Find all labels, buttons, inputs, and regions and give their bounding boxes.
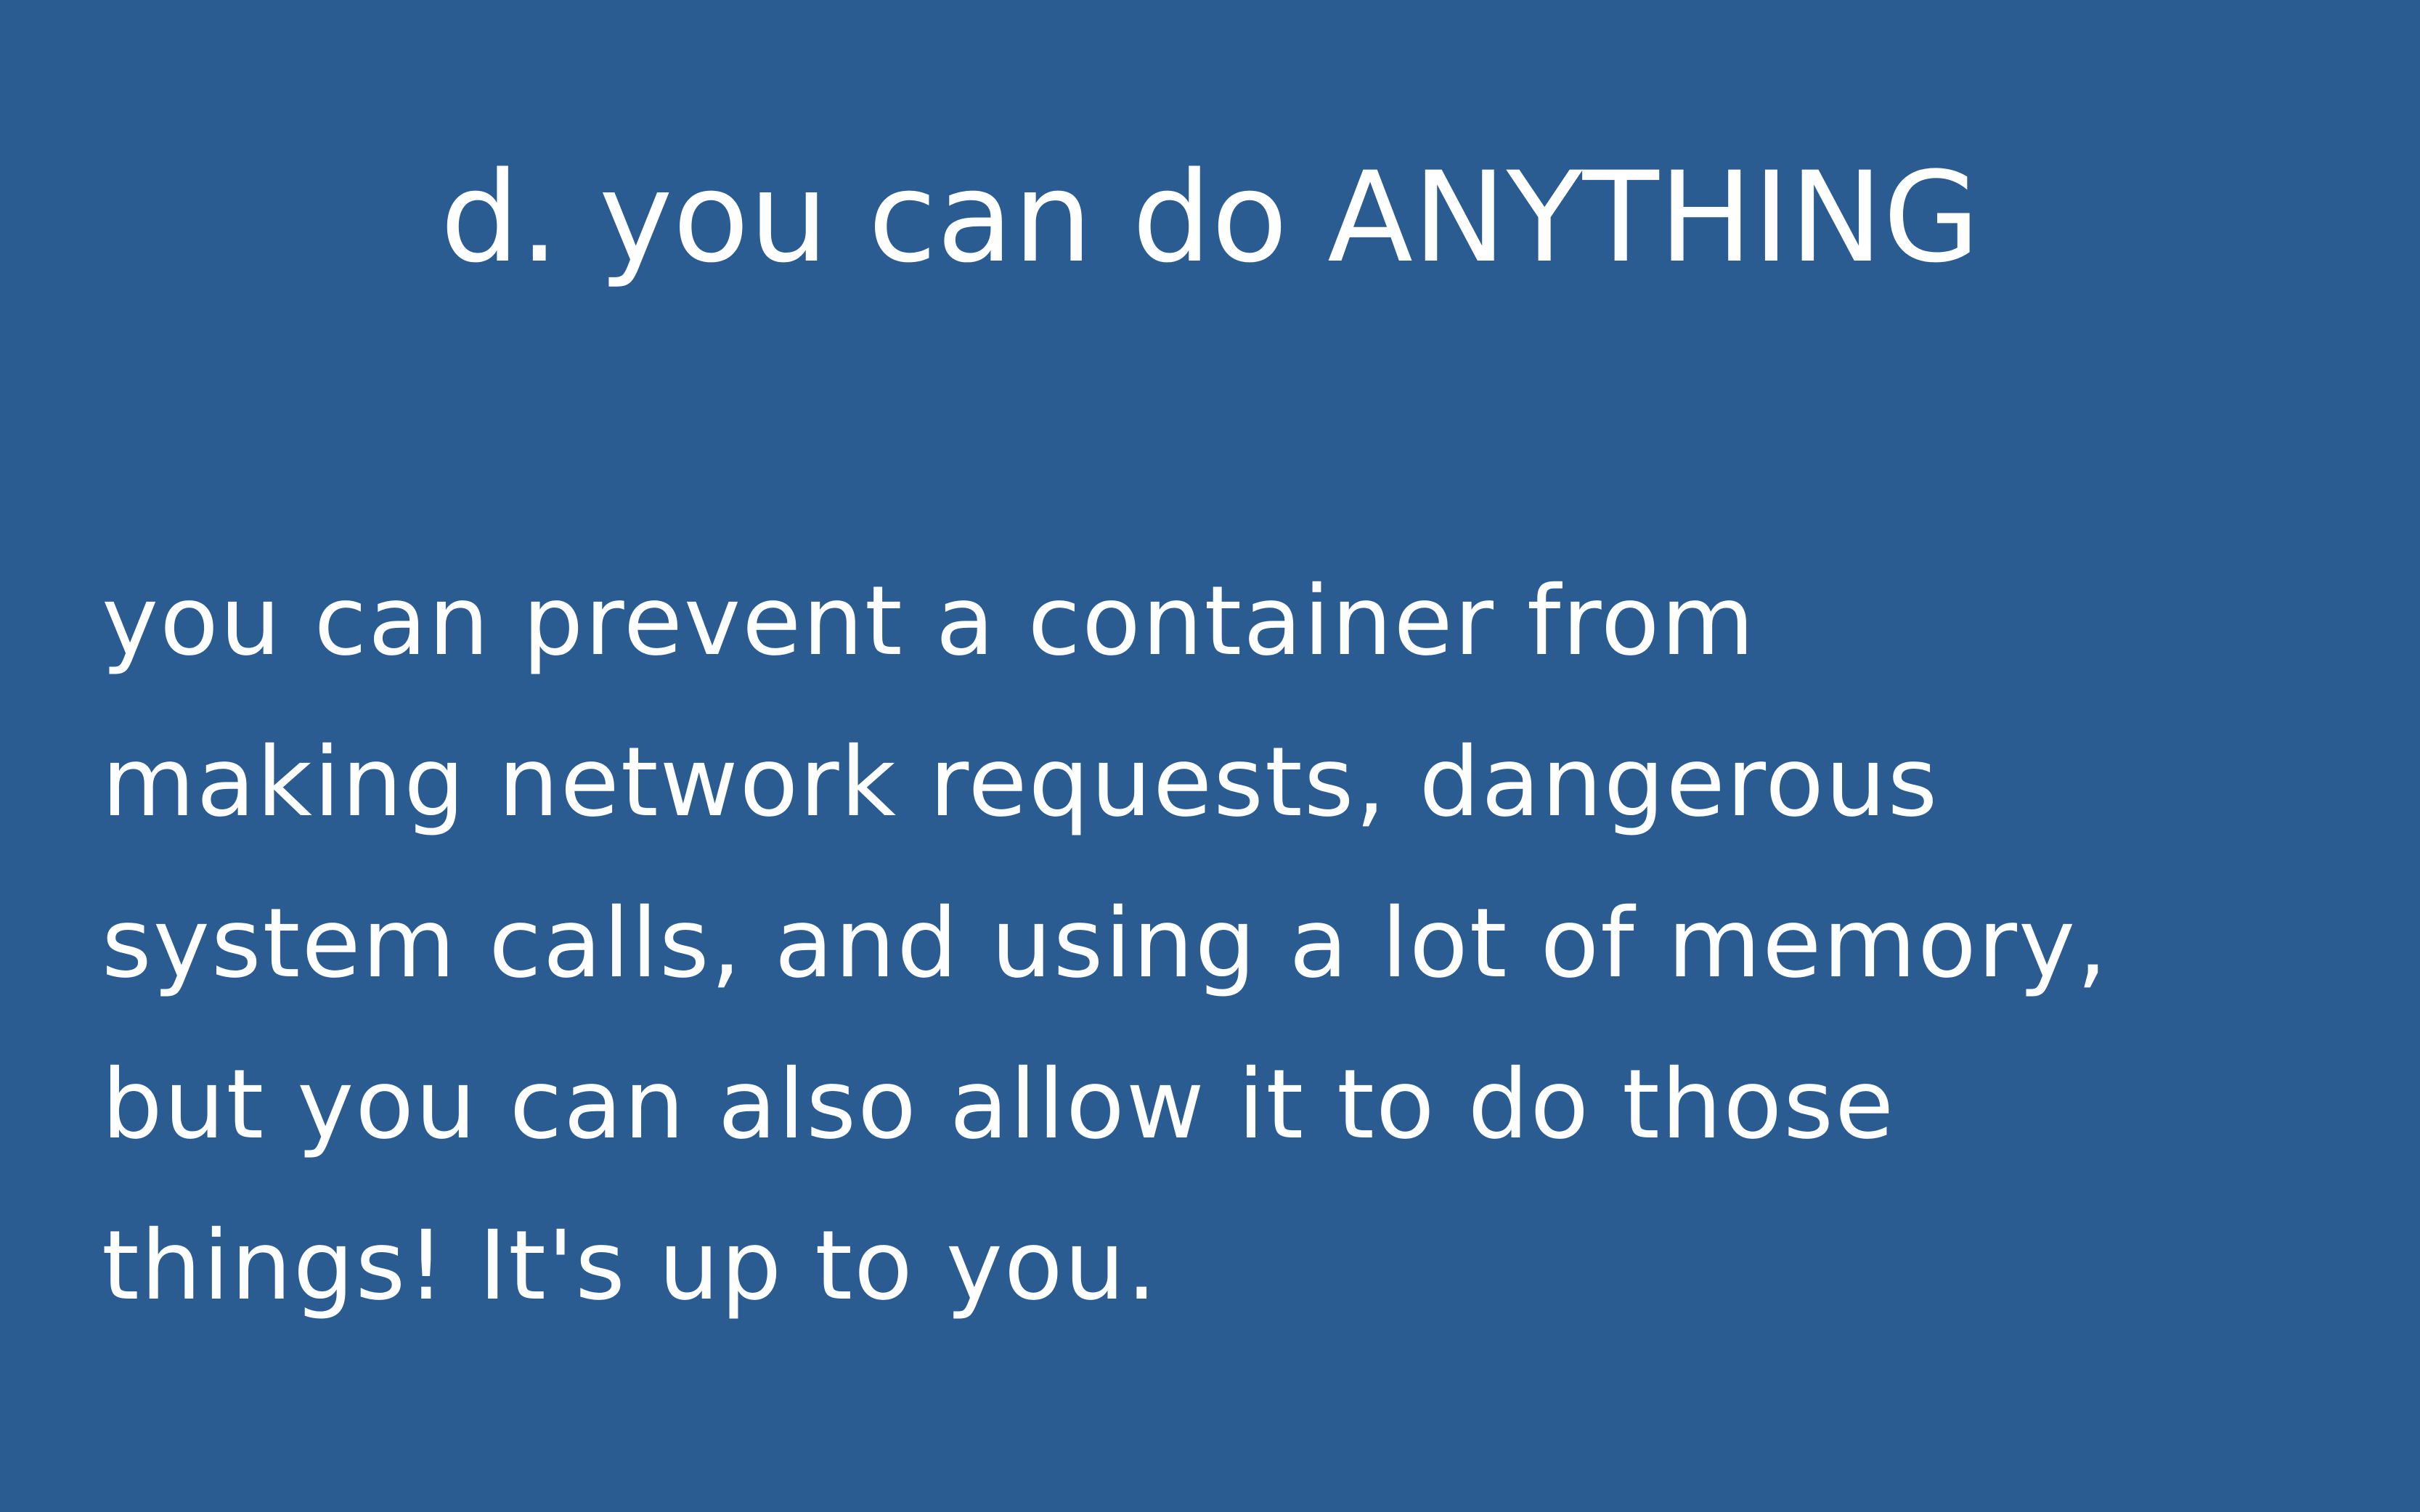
- body-line: things! It's up to you.: [102, 1210, 1159, 1322]
- body-line: system calls, and using a lot of memory,: [102, 888, 2109, 1000]
- slide-title: d. you can do ANYTHING: [440, 144, 1980, 290]
- body-line: making network requests, dangerous: [102, 727, 1939, 838]
- body-line: you can prevent a container from: [102, 565, 1756, 677]
- slide-body: you can prevent a container from making …: [102, 541, 2411, 1347]
- slide: d. you can do ANYTHING you can prevent a…: [0, 0, 2420, 1512]
- body-line: but you can also allow it to do those: [102, 1049, 1896, 1161]
